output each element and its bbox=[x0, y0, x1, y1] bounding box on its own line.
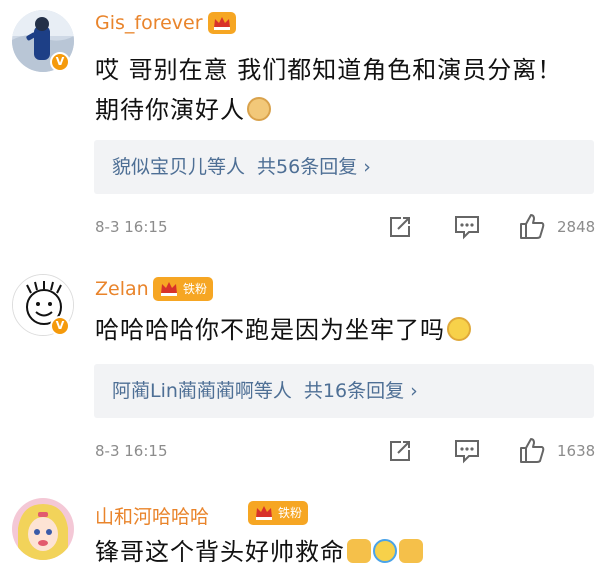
reply-preview[interactable]: 阿蔺Lin蔺蔺蔺啊等人 共16条回复 › bbox=[94, 364, 594, 418]
avatar[interactable] bbox=[12, 498, 74, 560]
timestamp: 8-3 16:15 bbox=[95, 442, 168, 460]
username[interactable]: Zelan bbox=[95, 278, 149, 300]
fan-tag-badge: 铁粉 bbox=[153, 277, 214, 301]
verified-badge-icon: V bbox=[50, 316, 70, 336]
like-icon[interactable] bbox=[518, 436, 546, 463]
share-icon[interactable] bbox=[387, 214, 413, 240]
doge-emoji bbox=[247, 97, 271, 121]
fan-tag-label: 铁粉 bbox=[183, 282, 208, 296]
timestamp: 8-3 16:15 bbox=[95, 218, 168, 236]
fan-tag-label: 铁粉 bbox=[278, 506, 303, 520]
like-icon[interactable] bbox=[518, 212, 546, 239]
crying-emoji bbox=[373, 539, 397, 563]
comment-text: 锋哥这个背头好帅救命 bbox=[95, 532, 585, 572]
thumbs-up-emoji bbox=[347, 539, 371, 563]
comment-text-content: 锋哥这个背头好帅救命 bbox=[95, 538, 345, 566]
fan-tag-badge: 铁粉 bbox=[248, 501, 309, 525]
comment-text: 哈哈哈哈你不跑是因为坐牢了吗 bbox=[95, 310, 585, 350]
crown-icon bbox=[207, 11, 237, 35]
reply-count-link[interactable]: 共16条回复 › bbox=[304, 380, 418, 402]
comment-text: 哎 哥别在意 我们都知道角色和演员分离！期待你演好人 bbox=[95, 50, 585, 130]
reply-preview-users: 阿蔺Lin蔺蔺蔺啊等人 bbox=[112, 380, 292, 402]
comment-item: V Zelan 铁粉 哈哈哈哈你不跑是因为坐牢了吗 阿蔺Lin蔺蔺蔺啊等人 共16… bbox=[0, 262, 608, 482]
comment-item: V Gis_forever 哎 哥别在意 我们都知道角色和演员分离！期待你演好人… bbox=[0, 0, 608, 258]
comment-icon[interactable] bbox=[453, 214, 481, 240]
username[interactable]: Gis_forever bbox=[95, 12, 203, 34]
like-count: 2848 bbox=[557, 218, 596, 236]
comment-text-content: 哈哈哈哈你不跑是因为坐牢了吗 bbox=[95, 316, 445, 344]
comment-item: 山和河哈哈哈 铁粉 锋哥这个背头好帅救命 bbox=[0, 486, 608, 584]
comment-icon[interactable] bbox=[453, 438, 481, 464]
like-count: 1638 bbox=[557, 442, 596, 460]
reply-preview-users: 貌似宝贝儿等人 bbox=[112, 156, 246, 178]
verified-badge-icon: V bbox=[50, 52, 70, 72]
share-icon[interactable] bbox=[387, 438, 413, 464]
reply-preview[interactable]: 貌似宝贝儿等人 共56条回复 › bbox=[94, 140, 594, 194]
thumbs-up-emoji bbox=[399, 539, 423, 563]
reply-count-link[interactable]: 共56条回复 › bbox=[257, 156, 371, 178]
laugh-emoji bbox=[447, 317, 471, 341]
comment-text-content: 哎 哥别在意 我们都知道角色和演员分离！期待你演好人 bbox=[95, 56, 563, 124]
username[interactable]: 山和河哈哈哈 bbox=[95, 502, 209, 529]
